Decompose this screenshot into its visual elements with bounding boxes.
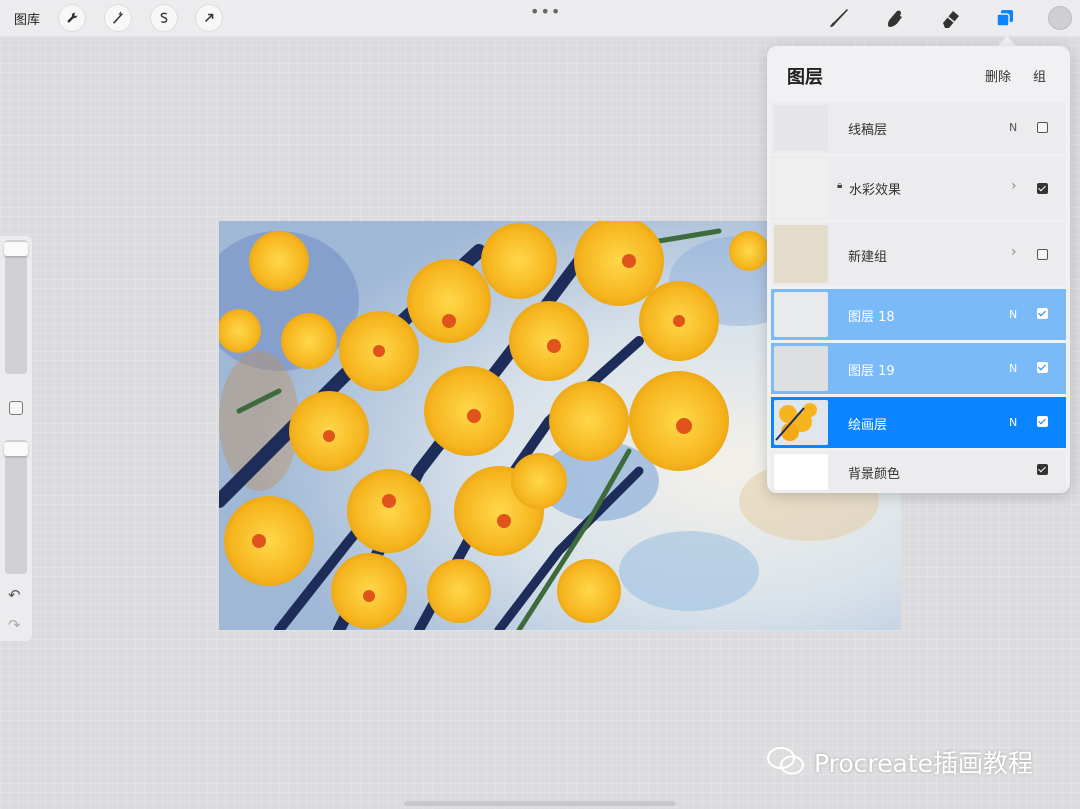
layer-name: 水彩效果 (849, 183, 902, 198)
chevron-right-icon[interactable]: › (1011, 178, 1017, 194)
layer-row-new-group[interactable]: 新建组 › (771, 222, 1066, 286)
brush-size-thumb[interactable] (4, 242, 28, 256)
layer-row-watercolor-group[interactable]: 🔒︎ 水彩效果 › (771, 156, 1066, 220)
opacity-thumb[interactable] (4, 442, 28, 456)
layer-thumbnail (774, 292, 828, 337)
group-button[interactable]: 组 (1033, 66, 1046, 85)
visibility-checkbox[interactable] (1037, 362, 1048, 373)
layer-row-19[interactable]: 图层 19 N (771, 343, 1066, 394)
delete-button[interactable]: 删除 (985, 66, 1011, 85)
layer-row-18[interactable]: 图层 18 N (771, 289, 1066, 340)
selection-s-icon[interactable] (151, 5, 177, 31)
redo-icon[interactable]: ↷ (8, 616, 21, 634)
undo-icon[interactable]: ↶ (8, 586, 21, 604)
layer-thumbnail (774, 105, 828, 151)
layer-name: 线稿层 (848, 123, 888, 138)
layer-name: 图层 19 (848, 364, 895, 379)
wrench-icon[interactable] (59, 5, 85, 31)
chevron-right-icon[interactable]: › (1011, 244, 1017, 260)
watermark-text: Procreate插画教程 (814, 749, 1034, 778)
blend-mode[interactable]: N (1009, 308, 1017, 321)
modify-button[interactable] (9, 401, 23, 415)
layer-thumbnail (774, 159, 828, 217)
home-indicator (404, 801, 676, 806)
visibility-checkbox[interactable] (1037, 183, 1048, 194)
panel-title: 图层 (787, 67, 823, 88)
layer-name: 绘画层 (848, 418, 888, 433)
visibility-checkbox[interactable] (1037, 122, 1048, 133)
top-toolbar: 图库 ••• (0, 0, 1080, 36)
lock-icon: 🔒︎ (837, 180, 843, 191)
layer-name: 背景颜色 (848, 467, 901, 482)
smudge-icon[interactable] (882, 6, 908, 30)
opacity-slider[interactable] (4, 440, 28, 574)
layer-row-painting[interactable]: 绘画层 N (771, 397, 1066, 448)
gallery-button[interactable]: 图库 (14, 9, 40, 28)
color-picker[interactable] (1049, 7, 1071, 29)
layers-panel: 图层 删除 组 线稿层 N 🔒︎ 水彩效果 › 新建组 › 图层 18 N 图层… (767, 46, 1070, 493)
brush-size-slider[interactable] (4, 240, 28, 374)
blend-mode[interactable]: N (1009, 416, 1017, 429)
layer-row-lineart[interactable]: 线稿层 N (771, 102, 1066, 154)
visibility-checkbox[interactable] (1037, 308, 1048, 319)
panel-caret (998, 36, 1016, 46)
brush-icon[interactable] (826, 6, 852, 30)
layer-row-background[interactable]: 背景颜色 (771, 451, 1066, 493)
blend-mode[interactable]: N (1009, 121, 1017, 134)
layer-thumbnail (774, 454, 828, 490)
wechat-icon (767, 747, 804, 775)
layers-icon[interactable] (992, 6, 1018, 30)
layer-thumbnail (774, 400, 828, 445)
layer-name: 新建组 (848, 250, 888, 265)
blend-mode[interactable]: N (1009, 362, 1017, 375)
layer-thumbnail (774, 225, 828, 283)
layer-name: 图层 18 (848, 310, 895, 325)
transform-arrow-icon[interactable] (196, 5, 222, 31)
layer-thumbnail (774, 346, 828, 391)
left-sidebar: ↶ ↷ (0, 236, 32, 641)
visibility-checkbox[interactable] (1037, 416, 1048, 427)
visibility-checkbox[interactable] (1037, 249, 1048, 260)
more-dots[interactable]: ••• (530, 2, 561, 21)
magic-wand-icon[interactable] (105, 5, 131, 31)
eraser-icon[interactable] (938, 6, 964, 30)
visibility-checkbox[interactable] (1037, 464, 1048, 475)
